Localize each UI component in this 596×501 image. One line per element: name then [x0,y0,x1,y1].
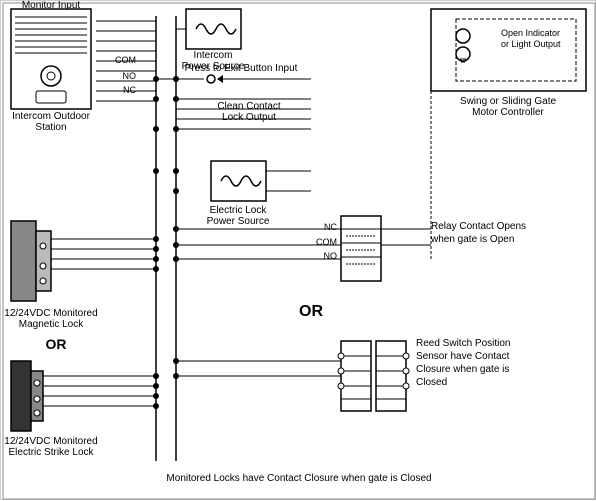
nc-label-bus: NC [123,85,136,95]
monitor-input-label: Monitor Input [22,1,81,11]
reed-switch-label3: Closure when gate is [416,364,509,375]
nc-relay-label: NC [324,222,337,232]
press-exit-label: Press to Exit Button Input [185,63,298,74]
reed-switch-label: Reed Switch Position [416,338,511,349]
electric-lock-label: Electric Lock [210,205,268,216]
magnetic-lock-label: 12/24VDC Monitored [4,308,97,319]
relay-contact-label2: when gate is Open [430,234,514,245]
monitored-locks-label: Monitored Locks have Contact Closure whe… [166,473,431,484]
electric-strike-label2: Electric Strike Lock [8,447,94,458]
wiring-diagram: Monitor Input Intercom Outdoor Station I… [0,0,596,500]
or-center-label: OR [299,303,323,320]
clean-contact-label: Clean Contact [217,101,281,112]
reed-switch-label4: Closed [416,377,447,388]
open-indicator-label2: or Light Output [501,39,561,49]
swing-gate-label: Swing or Sliding Gate [460,96,557,107]
reed-switch-label2: Sensor have Contact [416,351,510,362]
magnetic-lock-label2: Magnetic Lock [19,319,84,330]
com-label-bus: COM [115,55,136,65]
no-label-bus: NO [123,71,137,81]
or-top-label: OR [46,336,67,352]
electric-lock-label2: Power Source [207,216,270,227]
electric-strike-label: 12/24VDC Monitored [4,436,97,447]
open-indicator-label: Open Indicator [501,28,560,38]
relay-contact-label: Relay Contact Opens [431,221,526,232]
swing-gate-label2: Motor Controller [472,107,544,118]
intercom-outdoor-label2: Station [35,122,66,133]
clean-contact-label2: Lock Output [222,112,276,123]
intercom-outdoor-label: Intercom Outdoor [12,111,90,122]
intercom-power-label: Intercom [194,50,233,61]
